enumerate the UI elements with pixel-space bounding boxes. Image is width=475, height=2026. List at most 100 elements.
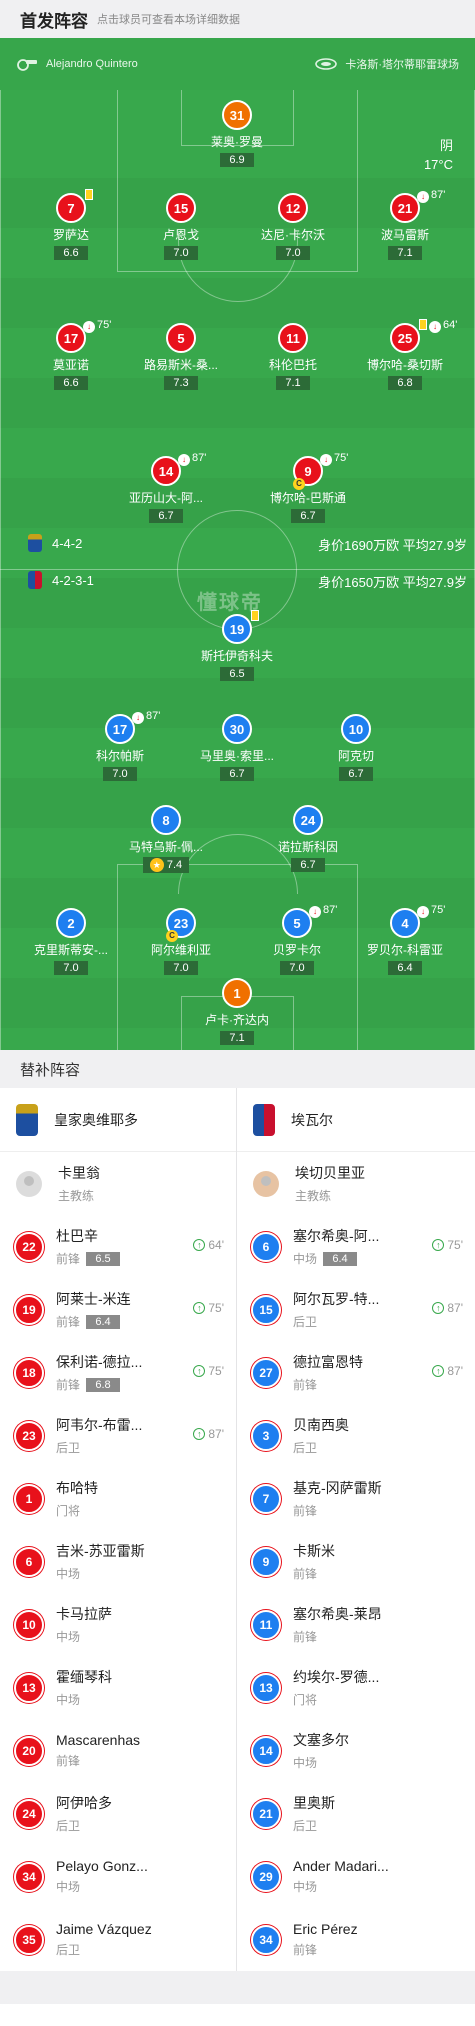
home-formation-text: 4-4-2 <box>52 535 83 551</box>
sub-out-time: 87' <box>323 904 338 916</box>
away-player[interactable]: 17 ↓ 87' 科尔帕斯 7.0 <box>60 710 180 782</box>
player-name: 阿克切 <box>337 749 374 763</box>
sub-player-row[interactable]: 29 Ander Madari... 中场 <box>237 1845 475 1908</box>
player-number: 1 <box>222 978 252 1008</box>
sub-name: 阿尔瓦罗-特... <box>293 1291 380 1307</box>
sub-player-row[interactable]: 20 Mascarenhas 前锋 <box>0 1719 236 1782</box>
sub-player-row[interactable]: 35 Jaime Vázquez 后卫 <box>0 1908 236 1971</box>
away-player[interactable]: 2 克里斯蒂安-... 7.0 <box>11 908 131 976</box>
sub-player-row[interactable]: 24 阿伊哈多 后卫 <box>0 1782 236 1845</box>
sub-player-row[interactable]: 1 布哈特 门将 <box>0 1467 236 1530</box>
lineup-title: 首发阵容 <box>20 11 88 31</box>
sub-player-row[interactable]: 9 卡斯米 前锋 <box>237 1530 475 1593</box>
sub-player-row[interactable]: 15 阿尔瓦罗-特... 后卫 ↑ 87' <box>237 1278 475 1341</box>
sub-number: 27 <box>251 1357 281 1388</box>
sub-player-row[interactable]: 6 吉米-苏亚雷斯 中场 <box>0 1530 236 1593</box>
sub-player-row[interactable]: 19 阿莱士-米连 前锋 6.4 ↑ 75' <box>0 1278 236 1341</box>
player-rating: ★ 7.4 <box>142 857 190 873</box>
sub-player-row[interactable]: 22 杜巴辛 前锋 6.5 ↑ 64' <box>0 1215 236 1278</box>
home-player[interactable]: 31 莱奥·罗曼 6.9 <box>177 100 297 168</box>
home-player[interactable]: 14 ↓ 87' 亚历山大-阿... 6.7 <box>106 452 226 524</box>
home-player[interactable]: 9 ↓ 75' C 博尔哈-巴斯通 6.7 <box>248 452 368 524</box>
away-player[interactable]: 8 马特乌斯-佩... ★ 7.4 <box>106 805 226 873</box>
player-number: 8 <box>151 805 181 835</box>
sub-name: Mascarenhas <box>56 1732 141 1748</box>
home-coach[interactable]: 卡里翁 主教练 <box>0 1152 236 1215</box>
sub-player-row[interactable]: 6 塞尔希奥-阿... 中场 6.4 ↑ 75' <box>237 1215 475 1278</box>
player-rating-value: 6.5 <box>229 668 245 680</box>
player-number: 5 <box>282 908 312 938</box>
player-rating: 7.1 <box>276 376 310 390</box>
home-player[interactable]: 25 ↓ 64' 博尔哈-桑切斯 6.8 <box>345 319 465 391</box>
sub-out-icon: ↓ <box>178 454 190 466</box>
player-name: 波马雷斯 <box>380 228 429 242</box>
sub-player-row[interactable]: 34 Eric Pérez 前锋 <box>237 1908 475 1971</box>
sub-in-icon: ↑ <box>432 1239 445 1251</box>
home-player[interactable]: 15 卢恩戈 7.0 <box>121 193 241 261</box>
home-player[interactable]: 11 科伦巴托 7.1 <box>233 323 353 391</box>
player-rating-value: 7.1 <box>229 1032 245 1044</box>
sub-in-icon: ↑ <box>432 1302 445 1314</box>
sub-number: 13 <box>14 1672 44 1703</box>
away-player[interactable]: 19 斯托伊奇科夫 6.5 <box>177 610 297 682</box>
player-number: 19 <box>222 614 252 644</box>
sub-position: 前锋 <box>56 1378 81 1392</box>
sub-player-row[interactable]: 13 霍缅琴科 中场 <box>0 1656 236 1719</box>
sub-name: 卡马拉萨 <box>56 1606 112 1622</box>
home-player[interactable]: 17 ↓ 75' 莫亚诺 6.6 <box>11 319 131 391</box>
away-player[interactable]: 23 C 阿尔维利亚 7.0 <box>121 908 241 976</box>
sub-out-time: 64' <box>443 319 458 331</box>
player-rating-value: 7.0 <box>285 247 301 259</box>
home-player[interactable]: 12 达尼·卡尔沃 7.0 <box>233 193 353 261</box>
sub-name: 塞尔希奥-莱昂 <box>293 1606 382 1622</box>
sub-player-row[interactable]: 27 德拉富恩特 前锋 ↑ 87' <box>237 1341 475 1404</box>
away-player[interactable]: 1 卢卡·齐达内 7.1 <box>177 978 297 1046</box>
sub-number: 7 <box>251 1483 281 1514</box>
home-subs-column: 皇家奥维耶多 卡里翁 主教练 22 杜巴辛 前锋 6.5 ↑ 64' 19 阿莱士-米连 前锋 6… <box>0 1088 237 1971</box>
sub-position: 后卫 <box>56 1441 81 1455</box>
sub-in-minute: 87' <box>447 1301 463 1315</box>
sub-in-time: ↑ 75' <box>193 1301 224 1315</box>
sub-in-icon: ↑ <box>432 1365 445 1377</box>
sub-name: 基克-冈萨雷斯 <box>293 1480 382 1496</box>
sub-number: 24 <box>14 1798 44 1829</box>
sub-player-row[interactable]: 34 Pelayo Gonz... 中场 <box>0 1845 236 1908</box>
sub-player-row[interactable]: 11 塞尔希奥-莱昂 前锋 <box>237 1593 475 1656</box>
player-rating: 7.1 <box>388 246 422 260</box>
away-player[interactable]: 4 ↓ 75' 罗贝尔-科雷亚 6.4 <box>345 904 465 976</box>
home-player[interactable]: 5 路易斯米-桑... 7.3 <box>121 323 241 391</box>
sub-player-row[interactable]: 7 基克-冈萨雷斯 前锋 <box>237 1467 475 1530</box>
sub-player-row[interactable]: 3 贝南西奥 后卫 <box>237 1404 475 1467</box>
home-player[interactable]: 21 ↓ 87' 波马雷斯 7.1 <box>345 189 465 261</box>
player-rating: 7.0 <box>276 246 310 260</box>
player-number: 17 <box>105 714 135 744</box>
away-player[interactable]: 10 阿克切 6.7 <box>296 714 416 782</box>
sub-player-row[interactable]: 23 阿韦尔-布雷... 后卫 ↑ 87' <box>0 1404 236 1467</box>
away-team-row[interactable]: 埃瓦尔 <box>237 1088 475 1152</box>
player-rating-value: 6.4 <box>397 962 413 974</box>
sub-in-time: ↑ 75' <box>193 1364 224 1378</box>
player-name: 马特乌斯-佩... <box>129 840 203 854</box>
sub-name: Pelayo Gonz... <box>56 1858 148 1874</box>
away-player[interactable]: 30 马里奥·索里... 6.7 <box>177 714 297 782</box>
sub-player-row[interactable]: 18 保利诺-德拉... 前锋 6.8 ↑ 75' <box>0 1341 236 1404</box>
sub-player-row[interactable]: 10 卡马拉萨 中场 <box>0 1593 236 1656</box>
sub-out-time: 75' <box>334 452 349 464</box>
player-rating: 7.0 <box>54 961 88 975</box>
player-number: 2 <box>56 908 86 938</box>
sub-player-row[interactable]: 21 里奥斯 后卫 <box>237 1782 475 1845</box>
sub-player-row[interactable]: 13 约埃尔-罗德... 门将 <box>237 1656 475 1719</box>
sub-player-row[interactable]: 14 文塞多尔 中场 <box>237 1719 475 1782</box>
home-player[interactable]: 7 罗萨达 6.6 <box>11 189 131 261</box>
sub-name: 阿莱士-米连 <box>56 1291 131 1307</box>
away-player[interactable]: 24 诺拉斯科因 6.7 <box>248 805 368 873</box>
sub-name: Jaime Vázquez <box>56 1921 152 1937</box>
away-player[interactable]: 5 ↓ 87' 贝罗卡尔 7.0 <box>237 904 357 976</box>
sub-position: 前锋 <box>293 1378 318 1392</box>
sub-rating: 6.8 <box>86 1377 121 1392</box>
away-coach[interactable]: 埃切贝里亚 主教练 <box>237 1152 475 1215</box>
sub-position: 前锋 <box>56 1252 81 1266</box>
player-number: 12 <box>278 193 308 223</box>
match-info-bar: Alejandro Quintero 卡洛斯·塔尔蒂耶雷球场 <box>0 38 475 90</box>
home-team-row[interactable]: 皇家奥维耶多 <box>0 1088 236 1152</box>
